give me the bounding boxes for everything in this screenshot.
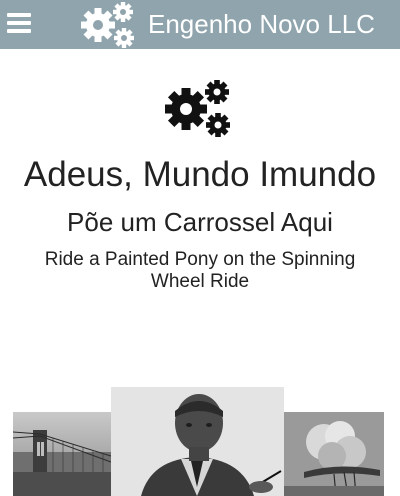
gears-icon [165, 80, 230, 137]
portrait-photo [111, 387, 284, 496]
hamburger-menu-icon[interactable] [7, 13, 31, 35]
page-heading: Adeus, Mundo Imundo [23, 155, 377, 194]
page-tagline: Ride a Painted Pony on the Spinning Whee… [44, 249, 356, 292]
airship-photo [284, 412, 384, 496]
top-navigation-bar: Engenho Novo LLC [0, 0, 400, 49]
page-subheading: Põe um Carrossel Aqui [67, 207, 333, 237]
brand-title[interactable]: Engenho Novo LLC [148, 8, 375, 40]
bridge-photo [13, 412, 111, 496]
gears-logo-icon[interactable] [78, 0, 138, 50]
